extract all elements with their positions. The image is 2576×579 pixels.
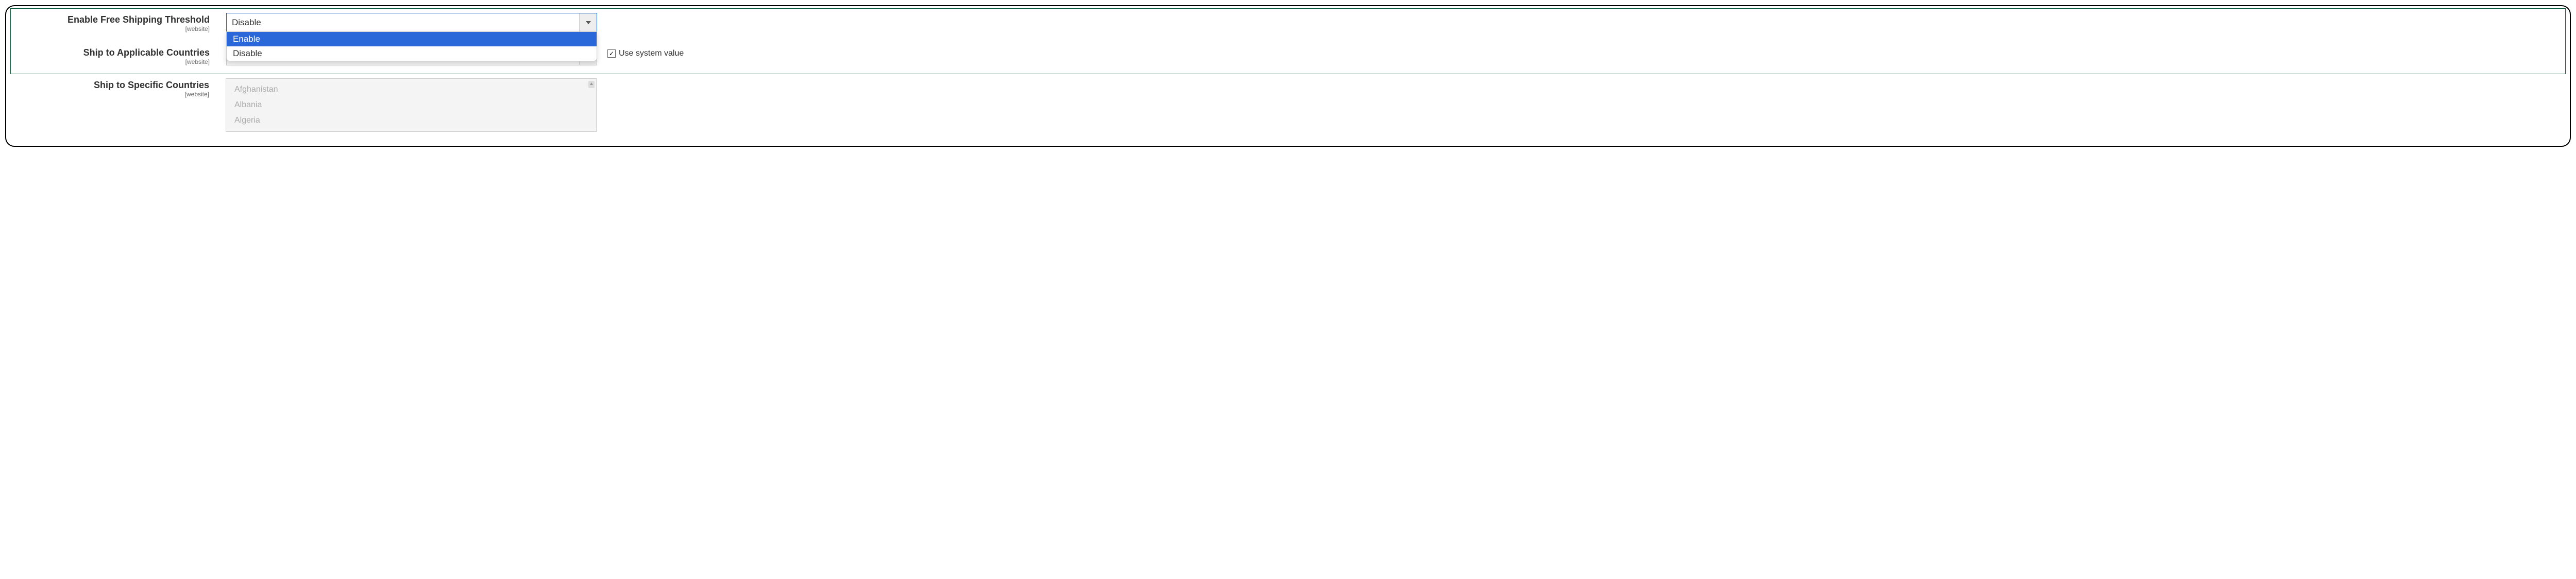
scope-tag: [website]: [20, 58, 210, 65]
scope-tag: [website]: [20, 91, 209, 98]
country-option[interactable]: Albania: [234, 97, 588, 113]
label-ship-specific: Ship to Specific Countries: [94, 80, 209, 90]
free-shipping-threshold-select[interactable]: Disable: [226, 13, 597, 32]
label-free-shipping-threshold: Enable Free Shipping Threshold: [67, 14, 210, 25]
label-col: Enable Free Shipping Threshold [website]: [20, 13, 226, 32]
row-ship-specific: Ship to Specific Countries [website] Afg…: [10, 78, 2566, 132]
ship-specific-multiselect[interactable]: Afghanistan Albania Algeria: [226, 78, 597, 132]
row-free-shipping-threshold: Enable Free Shipping Threshold [website]…: [20, 13, 2556, 32]
country-option[interactable]: Algeria: [234, 113, 588, 128]
scope-tag: [website]: [20, 25, 210, 32]
label-ship-applicable: Ship to Applicable Countries: [83, 47, 210, 58]
highlighted-section: Enable Free Shipping Threshold [website]…: [10, 8, 2566, 74]
control-col: Afghanistan Albania Algeria: [226, 78, 597, 132]
side-col: ✓ Use system value: [597, 46, 684, 58]
use-system-value-label: Use system value: [619, 49, 684, 58]
label-col: Ship to Applicable Countries [website]: [20, 46, 226, 65]
free-shipping-dropdown: Enable Disable: [226, 31, 597, 61]
country-option[interactable]: Afghanistan: [234, 82, 588, 97]
label-col: Ship to Specific Countries [website]: [20, 78, 226, 98]
select-value: Disable: [232, 18, 261, 28]
chevron-down-icon[interactable]: [579, 13, 597, 32]
side-col: [597, 78, 607, 81]
use-system-value-checkbox[interactable]: ✓: [607, 49, 616, 58]
control-col: Disable Enable Disable: [226, 13, 597, 32]
scrollbar-thumb[interactable]: [588, 81, 595, 88]
dropdown-option-enable[interactable]: Enable: [227, 32, 597, 46]
checkmark-icon: ✓: [609, 50, 614, 57]
side-col: [597, 13, 607, 16]
config-panel-frame: Enable Free Shipping Threshold [website]…: [5, 5, 2571, 147]
dropdown-option-disable[interactable]: Disable: [227, 46, 597, 61]
